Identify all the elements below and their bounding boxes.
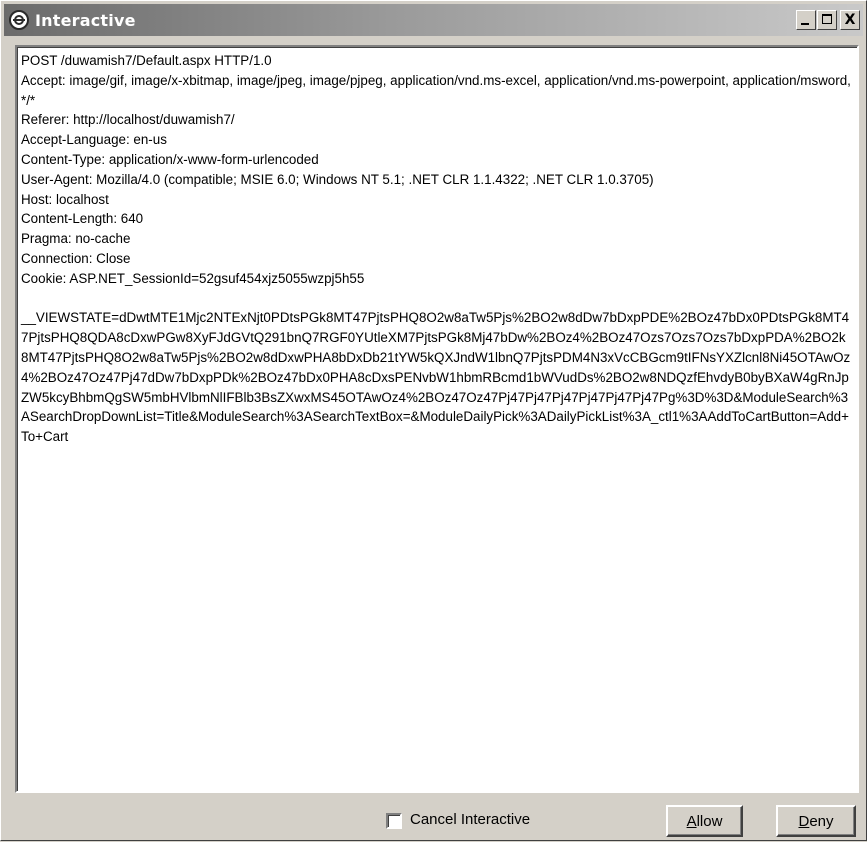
globe-icon[interactable] — [9, 10, 29, 30]
minimize-icon — [801, 23, 809, 25]
maximize-button[interactable] — [817, 10, 837, 30]
window-controls: X — [795, 10, 860, 30]
allow-button-label: llow — [696, 812, 723, 830]
deny-button[interactable]: Deny — [776, 805, 856, 837]
close-icon: X — [844, 12, 856, 28]
deny-button-label: eny — [809, 812, 834, 830]
dialog-footer: Cancel Interactive Allow Deny — [1, 801, 867, 842]
deny-button-accelerator: D — [798, 812, 810, 830]
interactive-dialog: Interactive X POST /duwamish7/Default.as… — [0, 0, 867, 841]
minimize-button[interactable] — [796, 10, 816, 30]
allow-button-accelerator: A — [686, 812, 697, 830]
maximize-icon — [822, 14, 832, 24]
title-bar[interactable]: Interactive X — [4, 4, 863, 36]
allow-button[interactable]: Allow — [666, 805, 743, 837]
cancel-interactive-checkbox[interactable] — [386, 813, 402, 829]
close-button[interactable]: X — [840, 10, 860, 30]
window-title: Interactive — [35, 10, 136, 30]
cancel-interactive-label[interactable]: Cancel Interactive — [410, 811, 530, 828]
request-text-area[interactable]: POST /duwamish7/Default.aspx HTTP/1.0 Ac… — [15, 45, 859, 793]
